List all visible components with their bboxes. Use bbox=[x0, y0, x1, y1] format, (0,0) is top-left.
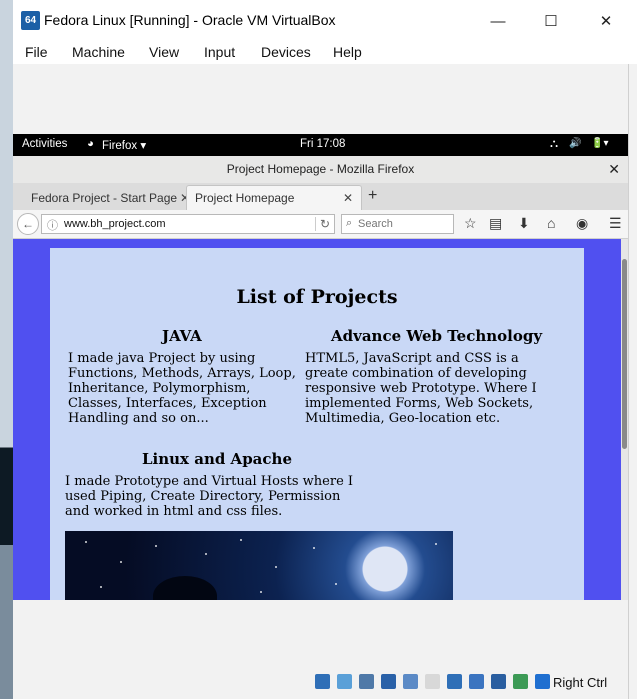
keyboard-capture-icon[interactable] bbox=[535, 674, 550, 689]
tab-strip: Fedora Project - Start Page ✕ Project Ho… bbox=[13, 183, 628, 211]
volume-icon[interactable]: 🔊 bbox=[569, 138, 581, 149]
host-desktop-background bbox=[0, 0, 13, 699]
star bbox=[435, 543, 437, 545]
star bbox=[313, 547, 315, 549]
tab-label: Fedora Project - Start Page bbox=[31, 190, 178, 205]
tab-label: Project Homepage bbox=[195, 191, 295, 205]
battery-icon[interactable]: 🔋▾ bbox=[591, 138, 608, 149]
host-window-edge bbox=[628, 64, 637, 699]
web-technology-heading: Advance Web Technology bbox=[331, 327, 543, 345]
search-input[interactable] bbox=[358, 216, 450, 232]
host-key-label: Right Ctrl bbox=[553, 675, 608, 690]
search-bar[interactable]: ⌕ bbox=[341, 214, 454, 234]
url-text[interactable]: www.bh_project.com bbox=[64, 218, 166, 230]
page-scrollbar[interactable] bbox=[621, 239, 628, 600]
vm-display-margin bbox=[13, 64, 628, 134]
video-capture-icon[interactable] bbox=[469, 674, 484, 689]
star bbox=[205, 553, 207, 555]
network-icon[interactable]: ⛬ bbox=[550, 138, 558, 151]
close-button[interactable]: ✕ bbox=[586, 8, 626, 34]
audio-icon[interactable] bbox=[359, 674, 374, 689]
star bbox=[335, 583, 337, 585]
network-icon[interactable] bbox=[381, 674, 396, 689]
linux-apache-description: I made Prototype and Virtual Hosts where… bbox=[65, 474, 354, 519]
tree-silhouette bbox=[153, 576, 217, 600]
hard-disk-icon[interactable] bbox=[315, 674, 330, 689]
menu-machine[interactable]: Machine bbox=[72, 44, 125, 60]
star bbox=[155, 545, 157, 547]
library-icon[interactable]: ▤ bbox=[489, 215, 502, 232]
menu-devices[interactable]: Devices bbox=[261, 44, 311, 60]
back-button[interactable]: ← bbox=[17, 213, 39, 235]
virtualbox-logo-icon: 64 bbox=[21, 11, 40, 30]
downloads-icon[interactable]: ⬇ bbox=[518, 215, 530, 232]
optical-drive-icon[interactable] bbox=[337, 674, 352, 689]
menu-help[interactable]: Help bbox=[333, 44, 362, 60]
web-technology-description: HTML5, JavaScript and CSS is a greate co… bbox=[305, 351, 537, 426]
firefox-close-icon[interactable]: ✕ bbox=[608, 161, 620, 178]
gnome-top-bar: Activities ◕ Firefox ▾ Fri 17:08 ⛬ 🔊 🔋▾ bbox=[13, 134, 628, 156]
minimize-button[interactable]: — bbox=[478, 8, 518, 34]
new-tab-button[interactable]: + bbox=[368, 187, 377, 205]
tab-close-icon[interactable]: ✕ bbox=[343, 191, 353, 205]
app-menu-firefox[interactable]: Firefox ▾ bbox=[102, 138, 146, 152]
star bbox=[85, 541, 87, 543]
menu-input[interactable]: Input bbox=[204, 44, 235, 60]
content-box: List of Projects JAVA Advance Web Techno… bbox=[50, 248, 584, 600]
firefox-icon: ◕ bbox=[87, 138, 94, 150]
hamburger-menu-icon[interactable]: ☰ bbox=[609, 215, 622, 232]
usb-icon[interactable] bbox=[403, 674, 418, 689]
star bbox=[240, 539, 242, 541]
virtualbox-menu-bar: File Machine View Input Devices Help bbox=[13, 40, 637, 64]
cpu-icon[interactable] bbox=[491, 674, 506, 689]
shared-folders-icon[interactable] bbox=[425, 674, 440, 689]
star bbox=[275, 566, 277, 568]
tab-project-homepage[interactable]: Project Homepage ✕ bbox=[186, 185, 362, 210]
pocket-icon[interactable]: ◉ bbox=[576, 215, 588, 232]
url-bar[interactable]: ⓘ www.bh_project.com ↻ bbox=[41, 214, 335, 234]
clock[interactable]: Fri 17:08 bbox=[300, 138, 345, 150]
display-icon[interactable] bbox=[447, 674, 462, 689]
activities-button[interactable]: Activities bbox=[22, 138, 67, 150]
java-description: I made java Project by using Functions, … bbox=[68, 351, 296, 426]
mouse-integration-icon[interactable] bbox=[513, 674, 528, 689]
maximize-button[interactable]: ☐ bbox=[531, 8, 571, 34]
virtualbox-status-bar: Right Ctrl bbox=[13, 600, 628, 699]
firefox-title-bar: Project Homepage - Mozilla Firefox ✕ bbox=[13, 156, 628, 184]
page-title: List of Projects bbox=[236, 286, 398, 308]
bookmark-star-icon[interactable]: ☆ bbox=[464, 215, 477, 232]
virtualbox-title-bar: 64 Fedora Linux [Running] - Oracle VM Vi… bbox=[13, 0, 637, 40]
star bbox=[100, 586, 102, 588]
site-info-icon[interactable]: ⓘ bbox=[47, 217, 58, 233]
firefox-window-title: Project Homepage - Mozilla Firefox bbox=[226, 162, 415, 176]
java-heading: JAVA bbox=[162, 327, 202, 345]
reload-icon[interactable]: ↻ bbox=[314, 217, 330, 231]
search-icon: ⌕ bbox=[346, 217, 353, 229]
page-viewport: List of Projects JAVA Advance Web Techno… bbox=[13, 239, 621, 600]
scrollbar-thumb[interactable] bbox=[622, 259, 627, 449]
home-icon[interactable]: ⌂ bbox=[547, 215, 555, 231]
star bbox=[120, 561, 122, 563]
menu-view[interactable]: View bbox=[149, 44, 179, 60]
star bbox=[260, 591, 262, 593]
tab-fedora-start-page[interactable]: Fedora Project - Start Page ✕ bbox=[23, 185, 198, 210]
menu-file[interactable]: File bbox=[25, 44, 48, 60]
window-title: Fedora Linux [Running] - Oracle VM Virtu… bbox=[44, 12, 336, 28]
navigation-toolbar: ← ⓘ www.bh_project.com ↻ ⌕ ☆ ▤ ⬇ ⌂ ◉ ☰ bbox=[13, 210, 628, 239]
night-sky-moon-image bbox=[65, 531, 453, 600]
linux-apache-heading: Linux and Apache bbox=[142, 450, 292, 468]
